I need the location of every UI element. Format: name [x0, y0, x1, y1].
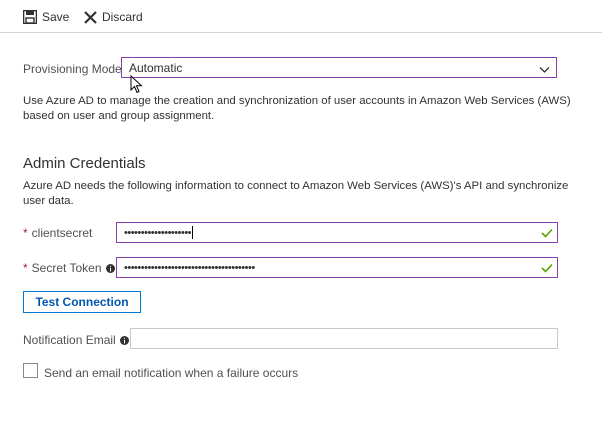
clientsecret-label-text: clientsecret [31, 226, 93, 240]
provisioning-description: Use Azure AD to manage the creation and … [23, 94, 571, 124]
secret-token-label-text: Secret Token [31, 261, 102, 275]
discard-label: Discard [102, 10, 143, 24]
provisioning-mode-label: Provisioning Mode [23, 62, 122, 76]
save-label: Save [42, 10, 70, 24]
checkmark-icon [541, 263, 553, 276]
clientsecret-value: •••••••••••••••••••• [124, 226, 192, 239]
notification-email-label: Notification Email [23, 333, 129, 348]
required-marker: * [23, 226, 28, 240]
send-email-checkbox-label: Send an email notification when a failur… [44, 366, 299, 380]
checkmark-icon [541, 228, 553, 241]
provisioning-description-line2: based on user and group assignment. [23, 110, 215, 122]
secret-token-label: * Secret Token [23, 261, 115, 276]
clientsecret-label: * clientsecret [23, 226, 92, 240]
text-caret [192, 226, 194, 239]
admin-description-line2: user data. [23, 195, 74, 207]
chevron-down-icon [539, 63, 550, 77]
close-icon [84, 10, 97, 24]
notification-email-input[interactable] [130, 328, 558, 349]
secret-token-value: ••••••••••••••••••••••••••••••••••••••• [124, 261, 255, 274]
save-button[interactable]: Save [23, 7, 69, 27]
provisioning-mode-value: Automatic [129, 60, 183, 75]
send-email-checkbox[interactable] [23, 363, 38, 378]
provisioning-description-line1: Use Azure AD to manage the creation and … [23, 95, 571, 107]
admin-credentials-heading: Admin Credentials [23, 155, 146, 172]
discard-button[interactable]: Discard [84, 7, 143, 27]
command-bar: Save Discard [0, 0, 602, 33]
notification-email-label-text: Notification Email [23, 333, 116, 347]
save-icon [23, 10, 37, 24]
admin-credentials-description: Azure AD needs the following information… [23, 179, 568, 209]
info-icon[interactable] [119, 334, 129, 348]
info-icon[interactable] [105, 262, 115, 276]
provisioning-mode-dropdown[interactable]: Automatic [121, 57, 557, 78]
admin-description-line1: Azure AD needs the following information… [23, 180, 569, 192]
secret-token-input[interactable]: ••••••••••••••••••••••••••••••••••••••• [116, 257, 558, 278]
required-marker: * [23, 261, 28, 275]
test-connection-button[interactable]: Test Connection [23, 291, 141, 313]
clientsecret-input[interactable]: •••••••••••••••••••• [116, 222, 558, 243]
